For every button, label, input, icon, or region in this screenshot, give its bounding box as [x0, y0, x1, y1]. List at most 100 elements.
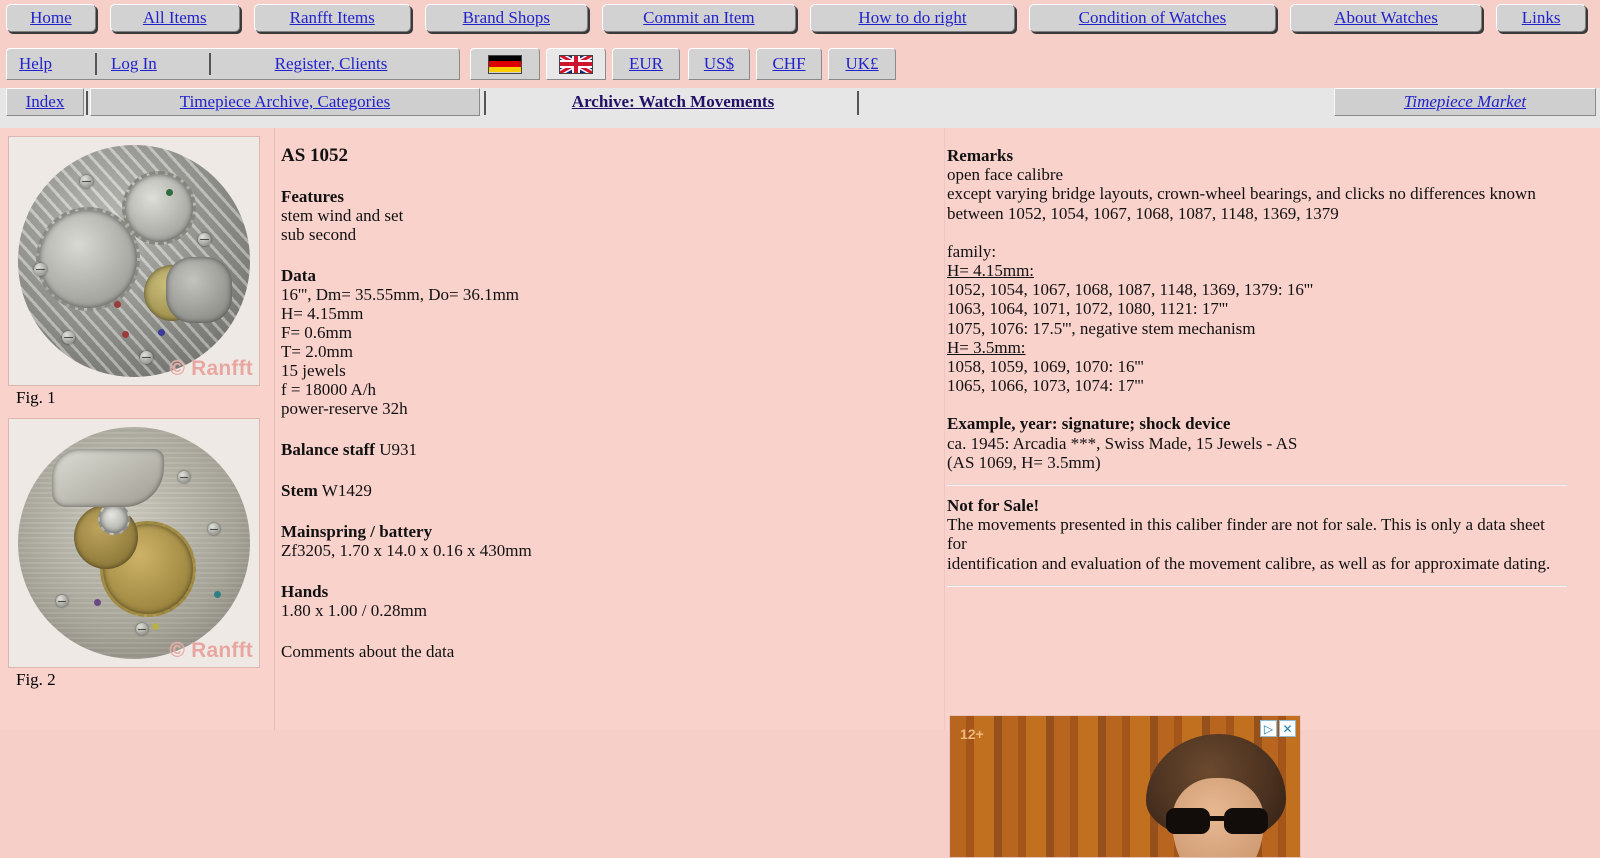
- watermark: © Ranfft: [169, 639, 253, 662]
- column-divider-right: [944, 128, 945, 730]
- pinion-icon: [98, 503, 130, 535]
- adchoices-icon[interactable]: ▷: [1260, 720, 1277, 737]
- nav-commit-an-item-label: Commit an Item: [643, 8, 755, 27]
- nav-how-to-do-right-label: How to do right: [858, 8, 967, 27]
- remarks-line: open face calibre: [947, 165, 1064, 185]
- nav-register-clients[interactable]: Register, Clients: [213, 54, 449, 74]
- nav-help[interactable]: Help: [7, 54, 93, 74]
- data-line: T= 2.0mm: [281, 342, 353, 361]
- example-line: ca. 1945: Arcadia ***, Swiss Made, 15 Je…: [947, 433, 1298, 453]
- family-label: family:: [947, 241, 997, 261]
- language-english-tab[interactable]: [546, 48, 606, 80]
- data-block: Data 16''', Dm= 35.55mm, Do= 36.1mm H= 4…: [281, 266, 931, 418]
- watermark: © Ranfft: [169, 357, 253, 380]
- screw-icon: [62, 331, 75, 344]
- not-for-sale-block: Not for Sale! The movements presented in…: [947, 496, 1567, 573]
- family-block: family: H= 4.15mm: 1052, 1054, 1067, 106…: [947, 242, 1567, 396]
- breadcrumb-tab-timepiece-archive[interactable]: Timepiece Archive, Categories: [90, 88, 480, 116]
- section-divider: [947, 484, 1567, 487]
- breadcrumb-divider-1: [86, 91, 88, 115]
- breadcrumb-divider-3: [857, 91, 859, 115]
- currency-gbp-tab[interactable]: UK£: [828, 48, 896, 80]
- nav-commit-an-item[interactable]: Commit an Item: [601, 4, 797, 32]
- nav-home[interactable]: Home: [6, 4, 96, 32]
- mainspring-heading: Mainspring / battery: [281, 522, 433, 541]
- currency-chf-label: CHF: [772, 54, 806, 73]
- nav-home-label: Home: [30, 8, 72, 27]
- ad-controls: ▷ ✕: [1260, 720, 1296, 737]
- figure-1-image[interactable]: © Ranfft: [8, 136, 260, 386]
- crown-wheel-icon: [122, 171, 196, 245]
- breadcrumb-tab-timepiece-market[interactable]: Timepiece Market: [1334, 88, 1596, 116]
- currency-usd-tab[interactable]: US$: [688, 48, 750, 80]
- remarks-heading: Remarks: [947, 146, 1014, 165]
- nav-all-items-label: All Items: [142, 8, 207, 27]
- data-line: 16''', Dm= 35.55mm, Do= 36.1mm: [281, 285, 520, 304]
- nav-about-watches-label: About Watches: [1334, 8, 1438, 27]
- currency-chf-tab[interactable]: CHF: [756, 48, 822, 80]
- nav-brand-shops[interactable]: Brand Shops: [424, 4, 588, 32]
- not-for-sale-line: The movements presented in this caliber …: [947, 515, 1545, 554]
- nav-brand-shops-label: Brand Shops: [462, 8, 550, 27]
- nav-all-items[interactable]: All Items: [109, 4, 240, 32]
- nav-links[interactable]: Links: [1496, 4, 1586, 32]
- nav-condition-of-watches[interactable]: Condition of Watches: [1028, 4, 1276, 32]
- balance-staff-heading: Balance staff: [281, 440, 375, 459]
- specification-column: AS 1052 Features stem wind and set sub s…: [281, 128, 931, 661]
- hands-block: Hands 1.80 x 1.00 / 0.28mm: [281, 582, 931, 620]
- nav-links-label: Links: [1521, 8, 1561, 27]
- jewel-icon: [152, 623, 159, 630]
- currency-eur-tab[interactable]: EUR: [612, 48, 680, 80]
- german-flag-icon: [488, 54, 522, 74]
- family-group-member: 1058, 1059, 1069, 1070: 16''': [947, 357, 1144, 377]
- advertisement-banner[interactable]: 12+ ▷ ✕: [949, 715, 1301, 858]
- nav-ranfft-items-label: Ranfft Items: [289, 8, 375, 27]
- not-for-sale-heading: Not for Sale!: [947, 496, 1040, 516]
- data-line: H= 4.15mm: [281, 304, 364, 323]
- watch-movement-photo: [18, 145, 250, 377]
- account-links-group: Help Log In Register, Clients: [6, 48, 460, 80]
- hands-value: 1.80 x 1.00 / 0.28mm: [281, 601, 427, 620]
- close-icon[interactable]: ✕: [1279, 720, 1296, 737]
- page-title: AS 1052: [281, 145, 349, 166]
- figure-2-image[interactable]: © Ranfft: [8, 418, 260, 668]
- breadcrumb-tab-timepiece-market-label: Timepiece Market: [1403, 92, 1527, 111]
- jewel-icon: [214, 591, 221, 598]
- main-content: © Ranfft Fig. 1 © Ranfft Fig. 2 AS 1052 …: [0, 128, 1600, 858]
- ad-age-rating: 12+: [960, 726, 984, 742]
- breadcrumb-tab-archive-watch-movements-label: Archive: Watch Movements: [571, 92, 775, 111]
- nav-how-to-do-right[interactable]: How to do right: [810, 4, 1015, 32]
- nav-ranfft-items[interactable]: Ranfft Items: [253, 4, 411, 32]
- primary-navigation: Home All Items Ranfft Items Brand Shops …: [0, 4, 1600, 38]
- jewel-icon: [94, 599, 101, 606]
- family-group-height: H= 3.5mm:: [947, 337, 1026, 357]
- sunglasses-icon: [1166, 808, 1270, 834]
- jewel-icon: [114, 301, 121, 308]
- jewel-icon: [122, 331, 129, 338]
- ad-person-image: [1142, 734, 1290, 857]
- breadcrumb-tab-archive-watch-movements[interactable]: Archive: Watch Movements: [490, 88, 856, 116]
- not-for-sale-line: identification and evaluation of the mov…: [947, 553, 1551, 573]
- balance-staff-block: Balance staff U931: [281, 440, 931, 459]
- data-line: f = 18000 A/h: [281, 380, 377, 399]
- language-german-tab[interactable]: [470, 48, 540, 80]
- features-block: Features stem wind and set sub second: [281, 187, 931, 244]
- figure-2-caption: Fig. 2: [16, 670, 56, 689]
- mainspring-block: Mainspring / battery Zf3205, 1.70 x 14.0…: [281, 522, 931, 560]
- comments-about-the-data-link[interactable]: Comments about the data: [281, 642, 454, 661]
- remarks-column: Remarks open face calibre except varying…: [947, 128, 1567, 597]
- figure-1-caption: Fig. 1: [16, 388, 56, 407]
- data-line: F= 0.6mm: [281, 323, 352, 342]
- setting-lever-bridge-icon: [52, 449, 164, 507]
- breadcrumb-tab-index[interactable]: Index: [6, 88, 84, 116]
- screw-icon: [198, 233, 211, 246]
- screw-icon: [136, 623, 148, 635]
- remarks-line: except varying bridge layouts, crown-whe…: [947, 184, 1536, 204]
- nav-about-watches[interactable]: About Watches: [1289, 4, 1483, 32]
- nav-log-in[interactable]: Log In: [99, 54, 207, 74]
- screw-icon: [56, 595, 68, 607]
- divider: [209, 53, 211, 75]
- comments-link-block: Comments about the data: [281, 642, 931, 661]
- section-divider: [947, 584, 1567, 587]
